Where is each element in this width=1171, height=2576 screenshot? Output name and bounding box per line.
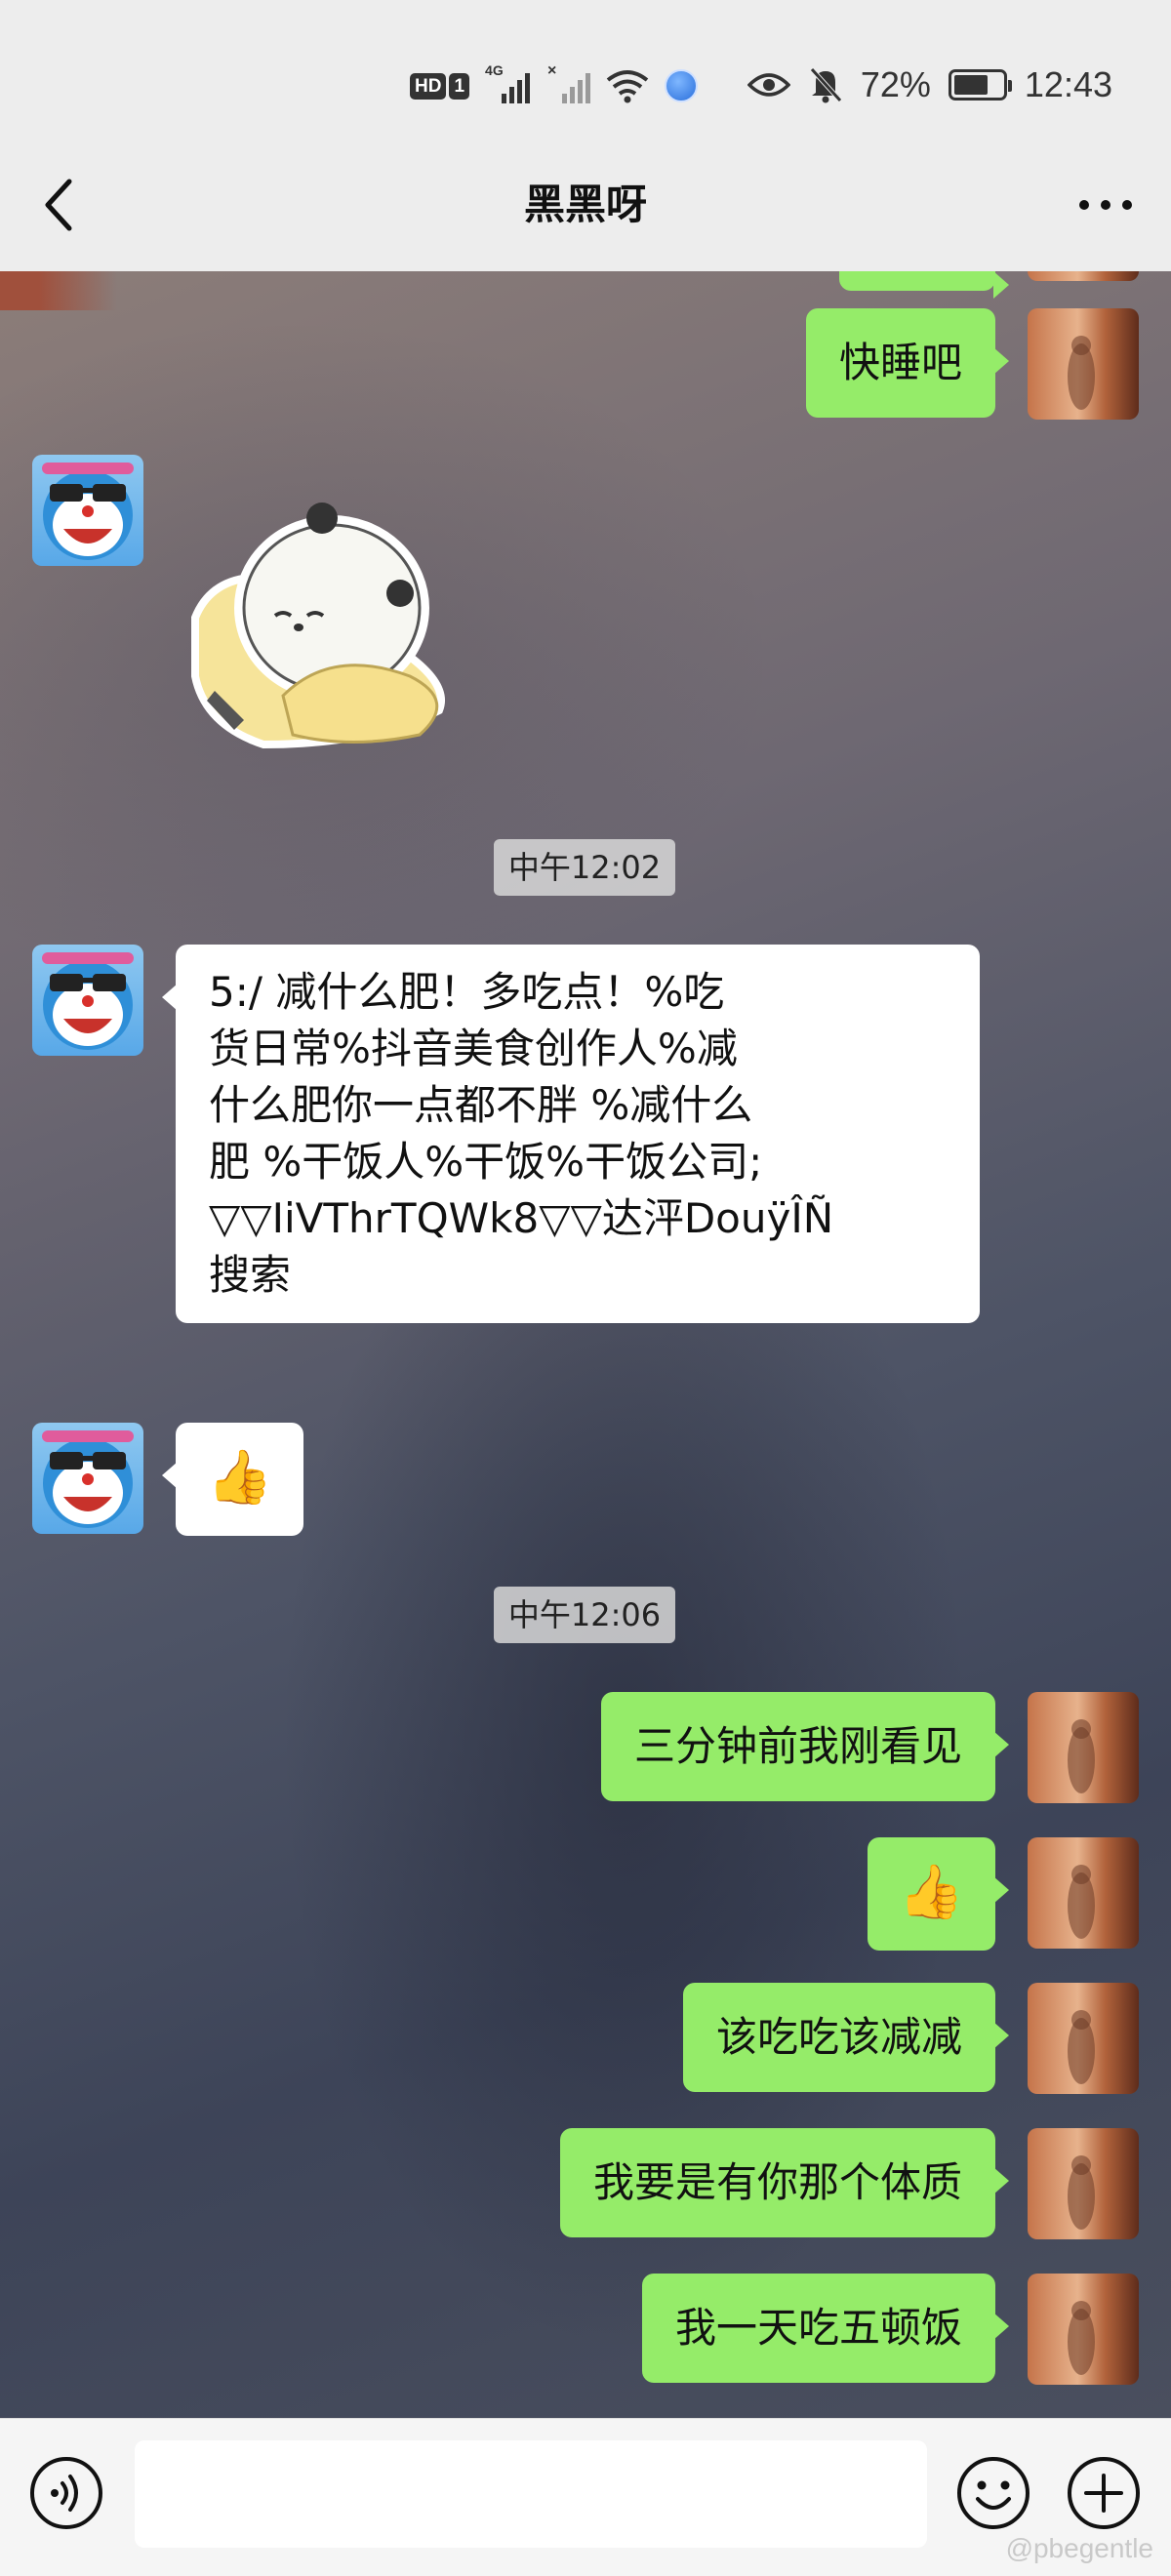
doraemon-avatar-icon	[42, 463, 134, 560]
voice-button[interactable]	[27, 2454, 105, 2532]
avatar-image	[1068, 2010, 1095, 2084]
avatar-self[interactable]	[1028, 271, 1139, 281]
thumbs-up-emoji: 👍	[207, 1446, 273, 1508]
avatar-image	[1068, 1865, 1095, 1939]
message-bubble-sent[interactable]: 我一天吃五顿饭	[641, 2274, 1010, 2383]
more-dots-icon	[1079, 200, 1132, 210]
chat-title: 黑黑呀	[523, 181, 647, 228]
signal-icon: 4G	[485, 62, 531, 105]
chat-header: 黑黑呀	[0, 146, 1171, 271]
message-text: 快睡吧	[838, 339, 962, 386]
message-line: 什么肥你一点都不胖 %减什么	[209, 1081, 753, 1129]
avatar-contact[interactable]	[32, 1423, 143, 1534]
message-text: 我要是有你那个体质	[592, 2158, 962, 2206]
avatar-image	[1068, 336, 1095, 410]
signal-off-icon: ×	[545, 62, 591, 105]
status-right-icons: 72% 12:43	[747, 60, 1112, 109]
avatar-self[interactable]	[1028, 308, 1139, 420]
plus-button[interactable]	[1065, 2454, 1143, 2532]
avatar-image	[1068, 1719, 1095, 1793]
browser-icon	[665, 69, 699, 102]
avatar-contact[interactable]	[32, 455, 143, 566]
input-bar	[0, 2418, 1171, 2576]
sim-label: 1	[449, 72, 470, 100]
doraemon-avatar-icon	[42, 1430, 134, 1528]
message-text: 三分钟前我刚看见	[633, 1722, 962, 1770]
hd-label: HD	[410, 72, 447, 100]
message-text: 该吃吃该减减	[715, 2013, 962, 2061]
thumbs-up-emoji: 👍	[898, 1861, 964, 1922]
sticker-message[interactable]	[176, 501, 507, 754]
battery-percent: 72%	[860, 64, 931, 104]
message-line: ▽▽IiVThrTQWk8▽▽达泙DouÿÎÑ	[209, 1194, 834, 1242]
message-input[interactable]	[135, 2440, 927, 2548]
wifi-icon	[606, 70, 649, 103]
avatar-contact[interactable]	[32, 945, 143, 1056]
message-line: 5:/ 减什么肥！多吃点！%吃	[209, 968, 725, 1016]
watermark: @pbegentle	[1005, 2533, 1153, 2563]
avatar-self[interactable]	[1028, 1692, 1139, 1803]
avatar-self[interactable]	[1028, 2128, 1139, 2239]
avatar-self[interactable]	[1028, 1837, 1139, 1949]
avatar-self[interactable]	[1028, 1983, 1139, 2094]
avatar-image	[1068, 2301, 1095, 2375]
chevron-left-icon	[45, 179, 72, 231]
message-text: 我一天吃五顿饭	[674, 2304, 962, 2352]
timestamp: 中午12:06	[494, 1587, 675, 1643]
message-line: 搜索	[209, 1251, 292, 1299]
emoji-icon	[957, 2457, 1030, 2529]
clock: 12:43	[1024, 64, 1112, 104]
battery-fill	[953, 75, 989, 95]
status-bar: HD 1 4G × 72% 12:43	[0, 0, 1171, 166]
message-line: 肥 %干饭人%干饭%干饭公司;	[209, 1138, 763, 1186]
status-left-icons: HD 1 4G ×	[410, 62, 699, 107]
doraemon-avatar-icon	[42, 952, 134, 1050]
message-bubble-sent[interactable]: 快睡吧	[805, 308, 1010, 418]
eye-icon	[747, 73, 790, 97]
message-bubble-received[interactable]: 👍	[161, 1423, 304, 1536]
message-list[interactable]: 快睡吧 中午12:02 5:/ 减什么肥！多吃点！%吃 货日常%抖音美食创作人%…	[0, 271, 1171, 2418]
more-options-button[interactable]	[1071, 176, 1140, 234]
message-bubble-sent[interactable]: 👍	[867, 1837, 1010, 1951]
plus-icon	[1068, 2457, 1140, 2529]
battery-icon	[948, 69, 1012, 101]
mute-icon	[809, 67, 842, 103]
back-button[interactable]	[29, 176, 88, 234]
voice-icon	[30, 2457, 102, 2529]
hd-icon: HD 1	[410, 72, 470, 100]
avatar-image	[1068, 2155, 1095, 2230]
message-bubble-sent[interactable]: 我要是有你那个体质	[559, 2128, 1010, 2237]
network-label: 4G	[485, 62, 504, 78]
message-line: 货日常%抖音美食创作人%减	[209, 1025, 738, 1072]
avatar-self[interactable]	[1028, 2274, 1139, 2385]
sleeping-panda-sticker	[191, 503, 445, 749]
emoji-button[interactable]	[954, 2454, 1032, 2532]
timestamp: 中午12:02	[494, 839, 675, 896]
message-bubble-sent[interactable]: 三分钟前我刚看见	[600, 1692, 1010, 1801]
message-bubble-partial[interactable]	[839, 271, 1009, 299]
message-bubble-received[interactable]: 5:/ 减什么肥！多吃点！%吃 货日常%抖音美食创作人%减 什么肥你一点都不胖 …	[162, 945, 980, 1323]
message-bubble-sent[interactable]: 该吃吃该减减	[682, 1983, 1010, 2092]
